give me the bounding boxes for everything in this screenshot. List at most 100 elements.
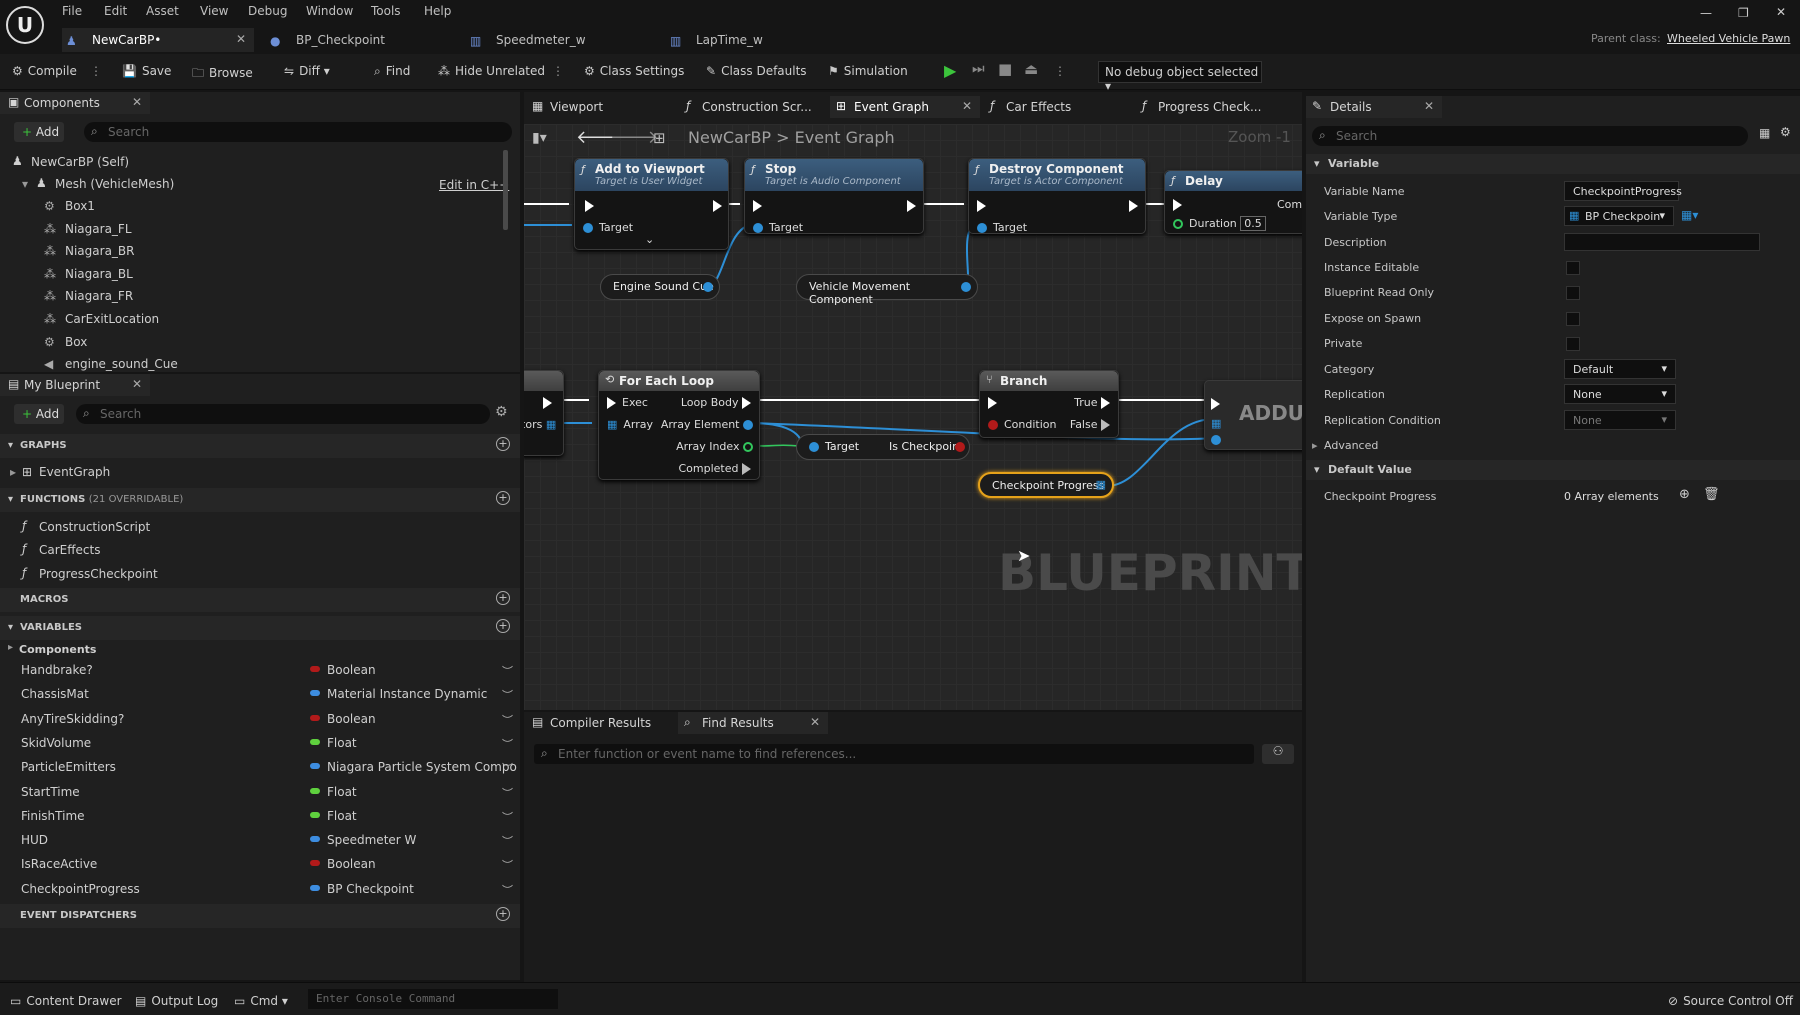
add-function-icon[interactable]: +	[496, 491, 510, 505]
visibility-eye-icon[interactable]: ︶	[502, 882, 513, 898]
component-item[interactable]: Niagara_BR	[65, 244, 135, 258]
tab-find-results[interactable]: ⌕ Find Results ✕	[678, 712, 828, 734]
component-item[interactable]: CarExitLocation	[65, 312, 159, 326]
find-button[interactable]: ⌕ Find	[374, 64, 410, 79]
graph-item-eventgraph[interactable]: EventGraph	[39, 465, 110, 479]
add-macro-icon[interactable]: +	[496, 591, 510, 605]
section-event-dispatchers[interactable]: EVENT DISPATCHERS +	[0, 904, 520, 928]
private-checkbox[interactable]	[1566, 337, 1580, 351]
node-for-each-loop[interactable]: For Each Loop ⟲ Exec ▦ Array Loop Body Ar…	[598, 370, 760, 480]
parent-class-link[interactable]: Wheeled Vehicle Pawn	[1667, 32, 1790, 45]
section-functions[interactable]: ▾ FUNCTIONS (21 OVERRIDABLE) +	[0, 488, 520, 512]
exec-out-pin[interactable]	[1129, 199, 1138, 212]
play-options-icon[interactable]: ⋮	[1054, 64, 1066, 78]
array-element-pin[interactable]: Array Element	[661, 418, 753, 431]
settings-gear-icon[interactable]: ⚙	[495, 404, 508, 420]
completed-pin[interactable]: Comp	[1277, 198, 1302, 211]
function-item-progresscheckpoint[interactable]: ProgressCheckpoint	[39, 567, 158, 581]
menu-window[interactable]: Window	[306, 4, 353, 18]
var-engine-sound-cue[interactable]: Engine Sound Cue	[600, 274, 720, 300]
edit-in-cpp-link[interactable]: Edit in C++	[439, 178, 509, 192]
restore-icon[interactable]: ❐	[1738, 6, 1749, 20]
compile-options-icon[interactable]: ⋮	[90, 64, 102, 78]
node-is-checkpoint[interactable]: Target Is Checkpoint	[796, 434, 970, 460]
tab-progress-checkpoint[interactable]: ƒ Progress Check...	[1134, 96, 1294, 118]
target-pin[interactable]: Target	[583, 221, 633, 234]
visibility-eye-icon[interactable]: ︶	[502, 663, 513, 679]
tab-bp-checkpoint[interactable]: ● BP_Checkpoint	[266, 28, 436, 52]
node-destroy-component[interactable]: Destroy Component Target is Actor Compone…	[968, 158, 1146, 234]
variable-name-field[interactable]: CheckpointProgress	[1564, 181, 1682, 201]
instance-editable-checkbox[interactable]	[1566, 261, 1580, 275]
more-options-icon[interactable]: ⋮	[552, 64, 564, 78]
expand-node-icon[interactable]: ⌄	[645, 233, 654, 246]
save-button[interactable]: 💾 Save	[122, 64, 171, 78]
close-icon[interactable]: ✕	[236, 32, 246, 46]
component-self[interactable]: NewCarBP (Self)	[31, 155, 129, 169]
function-item-careffects[interactable]: CarEffects	[39, 543, 100, 557]
visibility-eye-icon[interactable]: ︶	[502, 687, 513, 703]
component-item[interactable]: Niagara_FR	[65, 289, 133, 303]
visibility-eye-icon[interactable]: ︶	[502, 785, 513, 801]
loop-body-pin[interactable]: Loop Body	[681, 396, 751, 409]
add-graph-icon[interactable]: +	[496, 437, 510, 451]
class-settings-button[interactable]: ⚙ Class Settings	[584, 64, 684, 78]
variable-category-components[interactable]: Components	[19, 643, 96, 656]
variable-type[interactable]: Float	[310, 785, 357, 799]
table-view-icon[interactable]: ▦	[1759, 126, 1770, 140]
eject-icon[interactable]: ⏏	[1024, 60, 1038, 78]
section-graphs[interactable]: ▾ GRAPHS +	[0, 434, 520, 458]
add-dispatcher-icon[interactable]: +	[496, 907, 510, 921]
components-search-input[interactable]: ⌕ Search	[84, 122, 512, 142]
visibility-eye-icon[interactable]: ︶	[502, 809, 513, 825]
expand-arrow-icon[interactable]: ▸	[8, 642, 13, 653]
target-pin[interactable]: Target	[753, 221, 803, 234]
true-pin[interactable]: True	[1074, 396, 1110, 409]
exec-out-pin[interactable]	[907, 199, 916, 212]
node-add-unique[interactable]: ▦ ADDUN	[1204, 380, 1302, 450]
node-delay[interactable]: Delay ƒ Comp Duration 0.5	[1164, 170, 1302, 234]
stop-icon[interactable]: ■	[998, 60, 1012, 78]
array-index-pin[interactable]: Array Index	[676, 440, 753, 453]
class-defaults-button[interactable]: ✎ Class Defaults	[706, 64, 807, 78]
variable-type-select[interactable]: ▦ BP Checkpoin ▾	[1564, 206, 1674, 226]
minimize-icon[interactable]: —	[1700, 6, 1712, 20]
variable-type[interactable]: Boolean	[310, 663, 376, 677]
section-macros[interactable]: MACROS +	[0, 588, 520, 612]
my-blueprint-search-input[interactable]: ⌕ Search	[76, 404, 490, 424]
close-icon[interactable]: ✕	[1424, 99, 1434, 113]
hide-unrelated-button[interactable]: ⁂ Hide Unrelated	[438, 64, 545, 78]
item-pin[interactable]	[1211, 433, 1227, 446]
component-item[interactable]: Box	[65, 335, 87, 349]
cmd-select[interactable]: ▭ Cmd ▾	[234, 994, 288, 1008]
tab-construction-script[interactable]: ƒ Construction Scr...	[678, 96, 828, 118]
var-checkpoint-progress[interactable]: Checkpoint Progress ▦	[978, 472, 1114, 498]
trash-icon[interactable]: 🗑	[1703, 487, 1720, 502]
node-offscreen-left[interactable]: ctors ▦	[524, 370, 564, 456]
container-type-icon[interactable]: ▦▾	[1681, 208, 1698, 222]
compile-button[interactable]: ⚙ Compile	[12, 64, 77, 78]
tab-event-graph[interactable]: ⊞ Event Graph ✕	[830, 96, 980, 118]
console-input[interactable]: Enter Console Command	[308, 989, 558, 1009]
advanced-label[interactable]: Advanced	[1324, 439, 1378, 452]
function-item-constructionscript[interactable]: ConstructionScript	[39, 520, 150, 534]
menu-asset[interactable]: Asset	[146, 4, 179, 18]
close-window-icon[interactable]: ✕	[1776, 5, 1786, 19]
debug-object-select[interactable]: No debug object selected ▾	[1098, 61, 1262, 93]
visibility-eye-icon[interactable]: ︶	[502, 760, 513, 776]
simulation-button[interactable]: ⚑ Simulation	[828, 64, 908, 78]
forward-arrow-icon[interactable]: 🡒	[610, 127, 658, 148]
duration-value[interactable]: 0.5	[1240, 216, 1266, 231]
replication-select[interactable]: None ▾	[1564, 384, 1676, 404]
exec-in-pin[interactable]	[585, 199, 594, 212]
section-variables[interactable]: ▾ VARIABLES +	[0, 616, 520, 640]
expand-arrow-icon[interactable]: ▸	[10, 465, 16, 479]
exec-out-pin[interactable]	[543, 396, 552, 409]
variable-type[interactable]: Boolean	[310, 712, 376, 726]
condition-pin[interactable]: Condition	[988, 418, 1057, 431]
close-icon[interactable]: ✕	[810, 715, 820, 729]
find-results-input[interactable]: ⌕ Enter function or event name to find re…	[534, 744, 1254, 764]
expand-arrow-icon[interactable]: ▸	[1312, 439, 1318, 452]
exec-in-pin[interactable]: Exec	[607, 396, 648, 409]
collapse-arrow-icon[interactable]: ▾	[22, 177, 28, 191]
